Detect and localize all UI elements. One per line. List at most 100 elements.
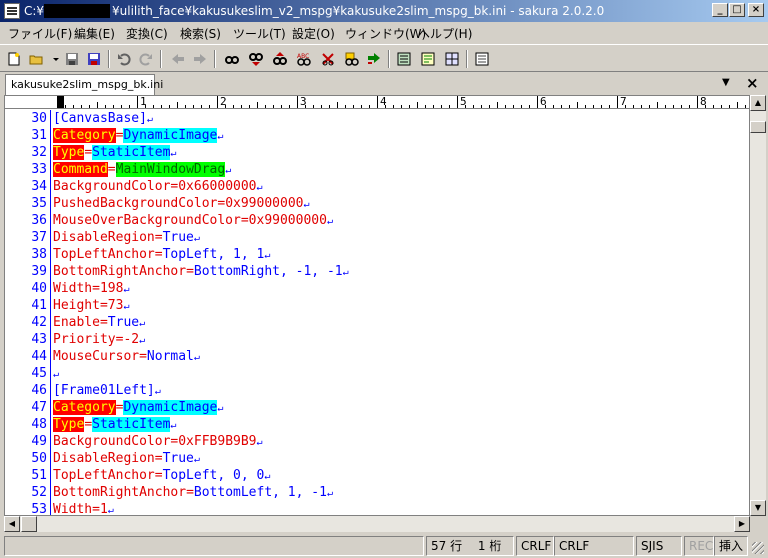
code-line[interactable]: Type=StaticItem↵	[53, 144, 733, 161]
code-line[interactable]: TopLeftAnchor=TopLeft, 0, 0↵	[53, 467, 733, 484]
code-line[interactable]: Category=DynamicImage↵	[53, 127, 733, 144]
code-token: Width	[53, 281, 93, 296]
vertical-scroll-thumb[interactable]	[750, 121, 766, 133]
code-line[interactable]: MouseOverBackgroundColor=0x99000000↵	[53, 212, 733, 229]
code-line[interactable]: Command=MainWindowDrag↵	[53, 161, 733, 178]
code-line[interactable]: TopLeftAnchor=TopLeft, 1, 1↵	[53, 246, 733, 263]
code-line[interactable]: BottomRightAnchor=BottomRight, -1, -1↵	[53, 263, 733, 280]
ruler-tick	[569, 105, 570, 108]
replace-button[interactable]: ABC	[294, 49, 314, 69]
menu-convert[interactable]: 変換(C)	[126, 25, 168, 42]
tab-close-button[interactable]: ×	[746, 74, 759, 92]
external-button[interactable]	[418, 49, 438, 69]
status-insert-mode[interactable]: 挿入	[714, 536, 748, 556]
maximize-button[interactable]: □	[729, 3, 745, 17]
resize-grip[interactable]	[752, 542, 764, 554]
menu-settings[interactable]: 設定(O)	[292, 25, 335, 42]
code-line[interactable]: BackgroundColor=0x66000000↵	[53, 178, 733, 195]
code-line[interactable]: Category=DynamicImage↵	[53, 399, 733, 416]
code-line[interactable]: PushedBackgroundColor=0x99000000↵	[53, 195, 733, 212]
code-token: 1	[99, 502, 108, 516]
menu-edit[interactable]: 編集(E)	[74, 25, 115, 42]
menu-help[interactable]: ヘルプ(H)	[418, 25, 472, 42]
close-button[interactable]: ×	[748, 3, 764, 17]
code-token: MainWindowDrag	[115, 162, 226, 177]
menu-file[interactable]: ファイル(F)	[8, 25, 72, 42]
code-line[interactable]: BackgroundColor=0xFFB9B9B9↵	[53, 433, 733, 450]
ruler-tick	[721, 105, 722, 108]
new-file-button[interactable]	[4, 49, 24, 69]
menu-window[interactable]: ウィンドウ(W)	[345, 25, 426, 42]
grep-button[interactable]	[342, 49, 362, 69]
scroll-right-button[interactable]: ▶	[734, 516, 750, 532]
status-rec[interactable]: REC	[684, 536, 714, 556]
jump-back-icon	[172, 54, 184, 64]
menu-bar: ファイル(F) 編集(E) 変換(C) 検索(S) ツール(T) 設定(O) ウ…	[0, 22, 768, 42]
code-line[interactable]: DisableRegion=True↵	[53, 450, 733, 467]
code-line[interactable]: Width=1↵	[53, 501, 733, 516]
vertical-scrollbar[interactable]: ▲ ▼	[750, 95, 766, 516]
scroll-down-button[interactable]: ▼	[750, 500, 766, 516]
scroll-up-button[interactable]: ▲	[750, 95, 766, 111]
status-encoding[interactable]: SJIS	[636, 536, 682, 556]
jump-back-button[interactable]	[168, 49, 188, 69]
outline-button[interactable]	[394, 49, 414, 69]
eol-icon: ↵	[170, 420, 177, 431]
code-text[interactable]: [CanvasBase]↵ Category=DynamicImage↵ Type=…	[53, 110, 733, 516]
undo-button[interactable]	[114, 49, 134, 69]
save-all-button[interactable]	[84, 49, 104, 69]
ruler-tick	[473, 105, 474, 108]
code-line[interactable]: DisableRegion=True↵	[53, 229, 733, 246]
horizontal-scroll-thumb[interactable]	[21, 516, 37, 532]
tab-list-dropdown[interactable]: ▼	[722, 77, 730, 88]
code-line[interactable]: Width=198↵	[53, 280, 733, 297]
code-line[interactable]: ↵	[53, 365, 733, 382]
save-button[interactable]	[62, 49, 82, 69]
code-line[interactable]: Type=StaticItem↵	[53, 416, 733, 433]
code-line[interactable]: MouseCursor=Normal↵	[53, 348, 733, 365]
eol-icon: ↵	[123, 284, 130, 295]
open-file-button[interactable]	[26, 49, 46, 69]
compare-button[interactable]	[364, 49, 384, 69]
ruler-tick	[345, 105, 346, 108]
code-line[interactable]: [Frame01Left]↵	[53, 382, 733, 399]
code-line[interactable]: Priority=-2↵	[53, 331, 733, 348]
title-bar[interactable]: C:¥ ¥ulilith_face¥kakusukeslim_v2_mspg¥k…	[0, 0, 768, 22]
menu-search[interactable]: 検索(S)	[180, 25, 221, 42]
jump-forward-button[interactable]	[190, 49, 210, 69]
settings-button[interactable]	[472, 49, 492, 69]
ruler-tick	[369, 105, 370, 108]
ruler-tick	[665, 105, 666, 108]
code-line[interactable]: [CanvasBase]↵	[53, 110, 733, 127]
menu-tools[interactable]: ツール(T)	[233, 25, 286, 42]
line-number: 36	[31, 213, 47, 228]
code-line[interactable]: Height=73↵	[53, 297, 733, 314]
code-line[interactable]: BottomRightAnchor=BottomLeft, 1, -1↵	[53, 484, 733, 501]
ruler-label: 7	[620, 95, 627, 108]
window-title: ¥ulilith_face¥kakusukeslim_v2_mspg¥kakus…	[112, 4, 605, 18]
ruler-tick	[633, 105, 634, 108]
code-line[interactable]: Enable=True↵	[53, 314, 733, 331]
status-eol-type[interactable]: CRLF	[516, 536, 554, 556]
line-number: 40	[31, 281, 47, 296]
tile-button[interactable]	[442, 49, 462, 69]
find-prev-button[interactable]	[246, 49, 266, 69]
find-next-button[interactable]	[270, 49, 290, 69]
ruler-tick	[505, 105, 506, 108]
minimize-button[interactable]: _	[712, 3, 728, 17]
code-token: 0x66000000	[178, 179, 257, 194]
bookmark-button[interactable]	[318, 49, 338, 69]
ruler-tick	[273, 105, 274, 108]
eol-icon: ↵	[264, 250, 271, 261]
code-token: =	[186, 264, 194, 279]
status-eol-input[interactable]: CRLF	[554, 536, 634, 556]
editor-area[interactable]: 12345678 30 31 32 33 34 35 36 37 38 39 40 41 42 43 44 4…	[4, 95, 750, 516]
redo-button[interactable]	[136, 49, 156, 69]
app-icon[interactable]	[4, 3, 20, 19]
eol-icon: ↵	[139, 318, 146, 329]
scroll-left-button[interactable]: ◀	[4, 516, 20, 532]
find-button[interactable]	[222, 49, 242, 69]
eol-icon: ↵	[264, 471, 271, 482]
tab-kakusuke2slim[interactable]: kakusuke2slim_mspg_bk.ini	[5, 74, 163, 95]
horizontal-scrollbar[interactable]: ◀ ▶	[4, 516, 750, 532]
